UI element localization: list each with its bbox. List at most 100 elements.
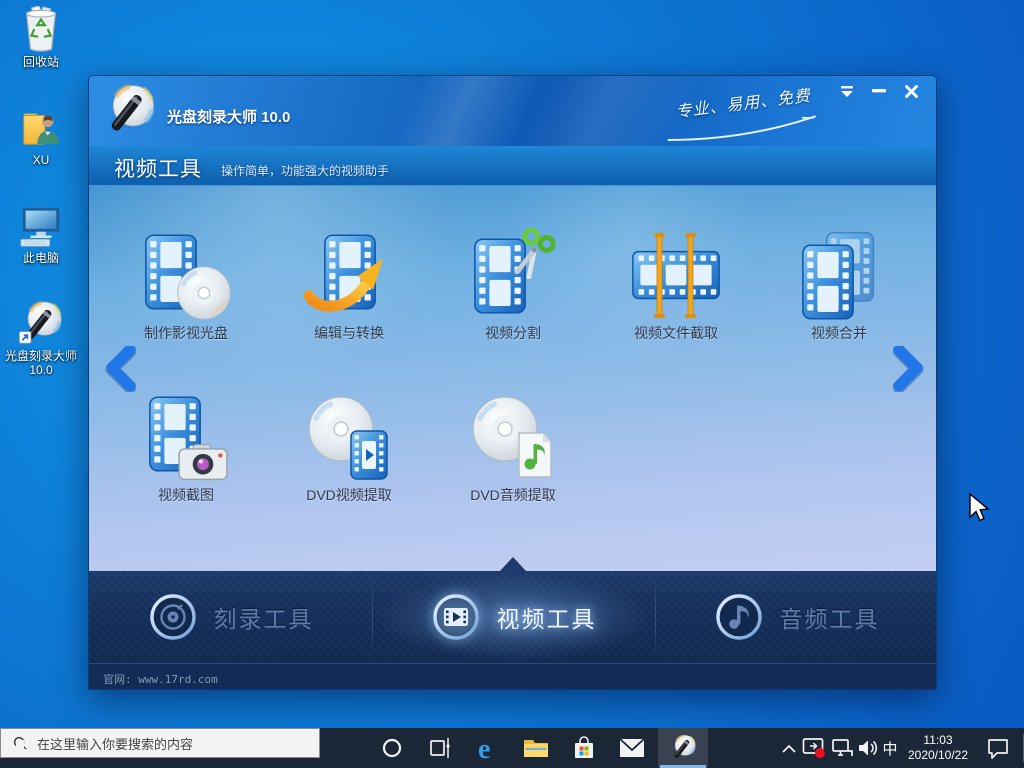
tool-dvd-video-extract[interactable]: DVD视频提取: [274, 393, 424, 505]
taskbar: 在这里输入你要搜索的内容 e 中 11:03 2020/10/22: [0, 728, 1024, 768]
tray-clock[interactable]: 11:03 2020/10/22: [899, 728, 977, 768]
active-tab-pointer: [500, 557, 526, 571]
desktop-icon-label: 光盘刻录大师 10.0: [4, 349, 77, 377]
desktop-icon-label: 回收站: [22, 55, 59, 69]
tool-dvd-audio-extract[interactable]: DVD音频提取: [438, 393, 588, 505]
search-box[interactable]: 在这里输入你要搜索的内容: [0, 728, 320, 758]
prev-page-arrow[interactable]: [104, 346, 136, 392]
start-button[interactable]: [0, 728, 48, 768]
desktop: 回收站 XU 此电脑 光盘刻录大师 10.0 光盘刻录大师 10.0 专业、易用…: [0, 0, 1024, 768]
recycle-bin-icon: [25, 6, 57, 52]
tool-label: DVD视频提取: [306, 487, 392, 503]
tab-label: 视频工具: [496, 606, 597, 632]
tool-label: 编辑与转换: [314, 325, 384, 341]
tool-edit-convert[interactable]: 编辑与转换: [274, 231, 424, 343]
disc-with-video-icon: [303, 393, 395, 483]
minimize-icon: [872, 89, 886, 93]
tool-video-merge[interactable]: 视频合并: [764, 231, 914, 343]
chevron-up-icon: [782, 744, 796, 753]
official-site-text: 官网: www.17rd.com: [103, 673, 218, 686]
action-center-button[interactable]: [980, 728, 1016, 768]
tool-video-snapshot[interactable]: 视频截图: [111, 393, 261, 505]
tool-label: 制作影视光盘: [144, 325, 228, 341]
next-page-arrow[interactable]: [893, 346, 925, 392]
section-header: 视频工具 操作简单，功能强大的视频助手: [89, 146, 936, 186]
desktop-icon-label: XU: [32, 153, 50, 167]
audio-note-icon: [714, 592, 764, 642]
window-titlebar: 光盘刻录大师 10.0 专业、易用、免费: [89, 76, 936, 146]
tab-divider: [372, 581, 373, 653]
file-explorer-icon: [524, 740, 548, 757]
film-with-disc-icon: [140, 231, 232, 321]
edge-browser-button[interactable]: e: [464, 728, 512, 768]
tray-expand-button[interactable]: [776, 728, 802, 768]
film-with-scissors-icon: [467, 231, 559, 321]
section-title: 视频工具: [114, 158, 202, 181]
tray-network[interactable]: [828, 728, 855, 768]
edge-icon: e: [478, 734, 490, 762]
svg-text:e: e: [478, 734, 490, 762]
film-with-clip-markers-icon: [630, 231, 722, 321]
desktop-icon-app-shortcut[interactable]: 光盘刻录大师 10.0: [2, 300, 80, 377]
desktop-icon-label: 此电脑: [22, 251, 59, 265]
windows-logo-icon: [15, 739, 33, 757]
close-icon: [904, 84, 918, 98]
film-with-camera-icon: [140, 393, 232, 483]
desktop-icon-user-folder[interactable]: XU: [2, 104, 80, 167]
tool-label: 视频截图: [158, 487, 214, 503]
window-footer: 官网: www.17rd.com: [89, 663, 936, 689]
app-shortcut-icon: [19, 300, 64, 344]
taskbar-app-button-active[interactable]: [658, 728, 708, 768]
task-view-icon: [429, 738, 450, 758]
ime-text: 中: [882, 740, 898, 758]
microsoft-store-button[interactable]: [560, 728, 608, 768]
ethernet-icon: [831, 739, 853, 756]
tool-video-split[interactable]: 视频分割: [438, 231, 588, 343]
tool-label: 视频合并: [811, 325, 867, 341]
task-view-button[interactable]: [416, 728, 464, 768]
tool-label: DVD音频提取: [470, 487, 556, 503]
app-logo-icon: [669, 734, 697, 762]
tool-video-clip[interactable]: 视频文件截取: [601, 231, 751, 343]
tools-panel: 制作影视光盘 编辑与转换 视频分割 视频文件截取 视频合并 视频截图 DVD视频…: [89, 186, 936, 571]
tool-label: 视频文件截取: [634, 325, 718, 341]
this-pc-icon: [20, 207, 60, 247]
desktop-icon-recycle-bin[interactable]: 回收站: [2, 6, 80, 69]
film-with-convert-arrow-icon: [303, 231, 395, 321]
burn-disc-icon: [148, 592, 198, 642]
menu-icon: [841, 85, 853, 97]
tool-make-video-disc[interactable]: 制作影视光盘: [111, 231, 261, 343]
app-logo-icon: [101, 83, 157, 139]
mouse-cursor: [969, 493, 990, 522]
cortana-icon: [382, 738, 402, 758]
mail-icon: [619, 738, 645, 757]
speaker-icon: [858, 740, 877, 756]
tray-volume[interactable]: [855, 728, 881, 768]
tab-video-tools[interactable]: 视频工具: [372, 571, 655, 663]
minimize-button[interactable]: [866, 81, 892, 101]
close-button[interactable]: [898, 81, 924, 101]
user-folder-icon: [23, 113, 60, 145]
file-explorer-button[interactable]: [512, 728, 560, 768]
mail-button[interactable]: [608, 728, 656, 768]
menu-button[interactable]: [834, 81, 860, 101]
window-title: 光盘刻录大师 10.0: [167, 109, 291, 126]
tab-burn-tools[interactable]: 刻录工具: [89, 571, 372, 663]
desktop-icon-this-pc[interactable]: 此电脑: [2, 202, 80, 265]
video-film-icon: [431, 592, 481, 642]
disc-with-music-note-icon: [467, 393, 559, 483]
tab-audio-tools[interactable]: 音频工具: [655, 571, 936, 663]
bottom-tab-bar: 刻录工具 视频工具 音频工具: [89, 571, 936, 663]
clock-date: 2020/10/22: [907, 748, 969, 762]
tray-ime-indicator[interactable]: 中: [879, 728, 901, 768]
tool-label: 视频分割: [485, 325, 541, 341]
app-window: 光盘刻录大师 10.0 专业、易用、免费 视频工具 操作简单，功能强大的视频助手…: [88, 75, 937, 690]
tab-divider: [655, 581, 656, 653]
search-placeholder: 在这里输入你要搜索的内容: [37, 736, 194, 752]
tray-cast-notification[interactable]: [800, 728, 828, 768]
clock-time: 11:03: [923, 733, 953, 747]
tab-label: 音频工具: [779, 606, 880, 632]
section-subtitle: 操作简单，功能强大的视频助手: [221, 164, 390, 178]
cortana-button[interactable]: [368, 728, 416, 768]
store-icon: [575, 736, 593, 758]
